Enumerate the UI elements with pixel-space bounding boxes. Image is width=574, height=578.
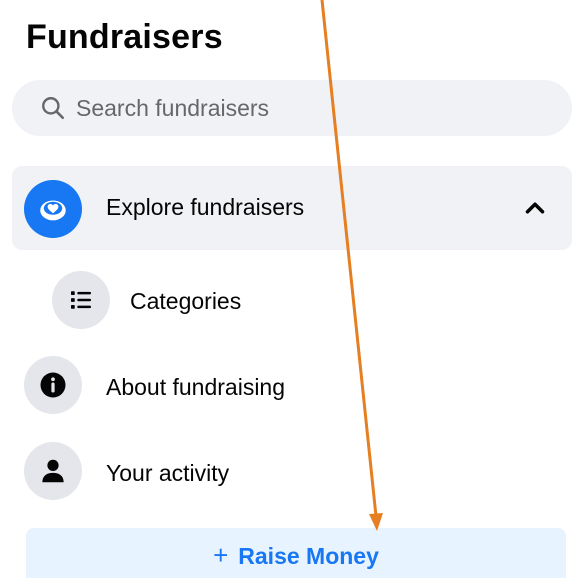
search-input[interactable] <box>76 80 556 136</box>
page-title: Fundraisers <box>26 18 223 56</box>
list-icon <box>52 271 110 329</box>
plus-icon: + <box>213 540 229 570</box>
fundraisers-panel: Fundraisers Explore fundraisers <box>0 0 574 578</box>
raise-money-label: Raise Money <box>238 543 379 569</box>
search-bar[interactable] <box>12 80 572 136</box>
nav-item-label: Categories <box>130 288 242 314</box>
chevron-up-icon[interactable] <box>520 193 550 223</box>
raise-money-button[interactable]: + Raise Money <box>26 528 566 578</box>
nav-item-explore-fundraisers[interactable]: Explore fundraisers <box>12 166 572 250</box>
person-icon <box>24 442 82 500</box>
nav-item-label: Your activity <box>106 460 230 486</box>
donation-heart-icon <box>24 180 82 238</box>
nav-item-label: Explore fundraisers <box>106 194 305 220</box>
search-icon <box>42 97 65 120</box>
info-icon <box>24 356 82 414</box>
nav-item-categories[interactable]: Categories <box>12 268 572 332</box>
nav-item-about-fundraising[interactable]: About fundraising <box>12 352 572 418</box>
nav-item-label: About fundraising <box>106 374 286 400</box>
nav-item-your-activity[interactable]: Your activity <box>12 438 572 504</box>
